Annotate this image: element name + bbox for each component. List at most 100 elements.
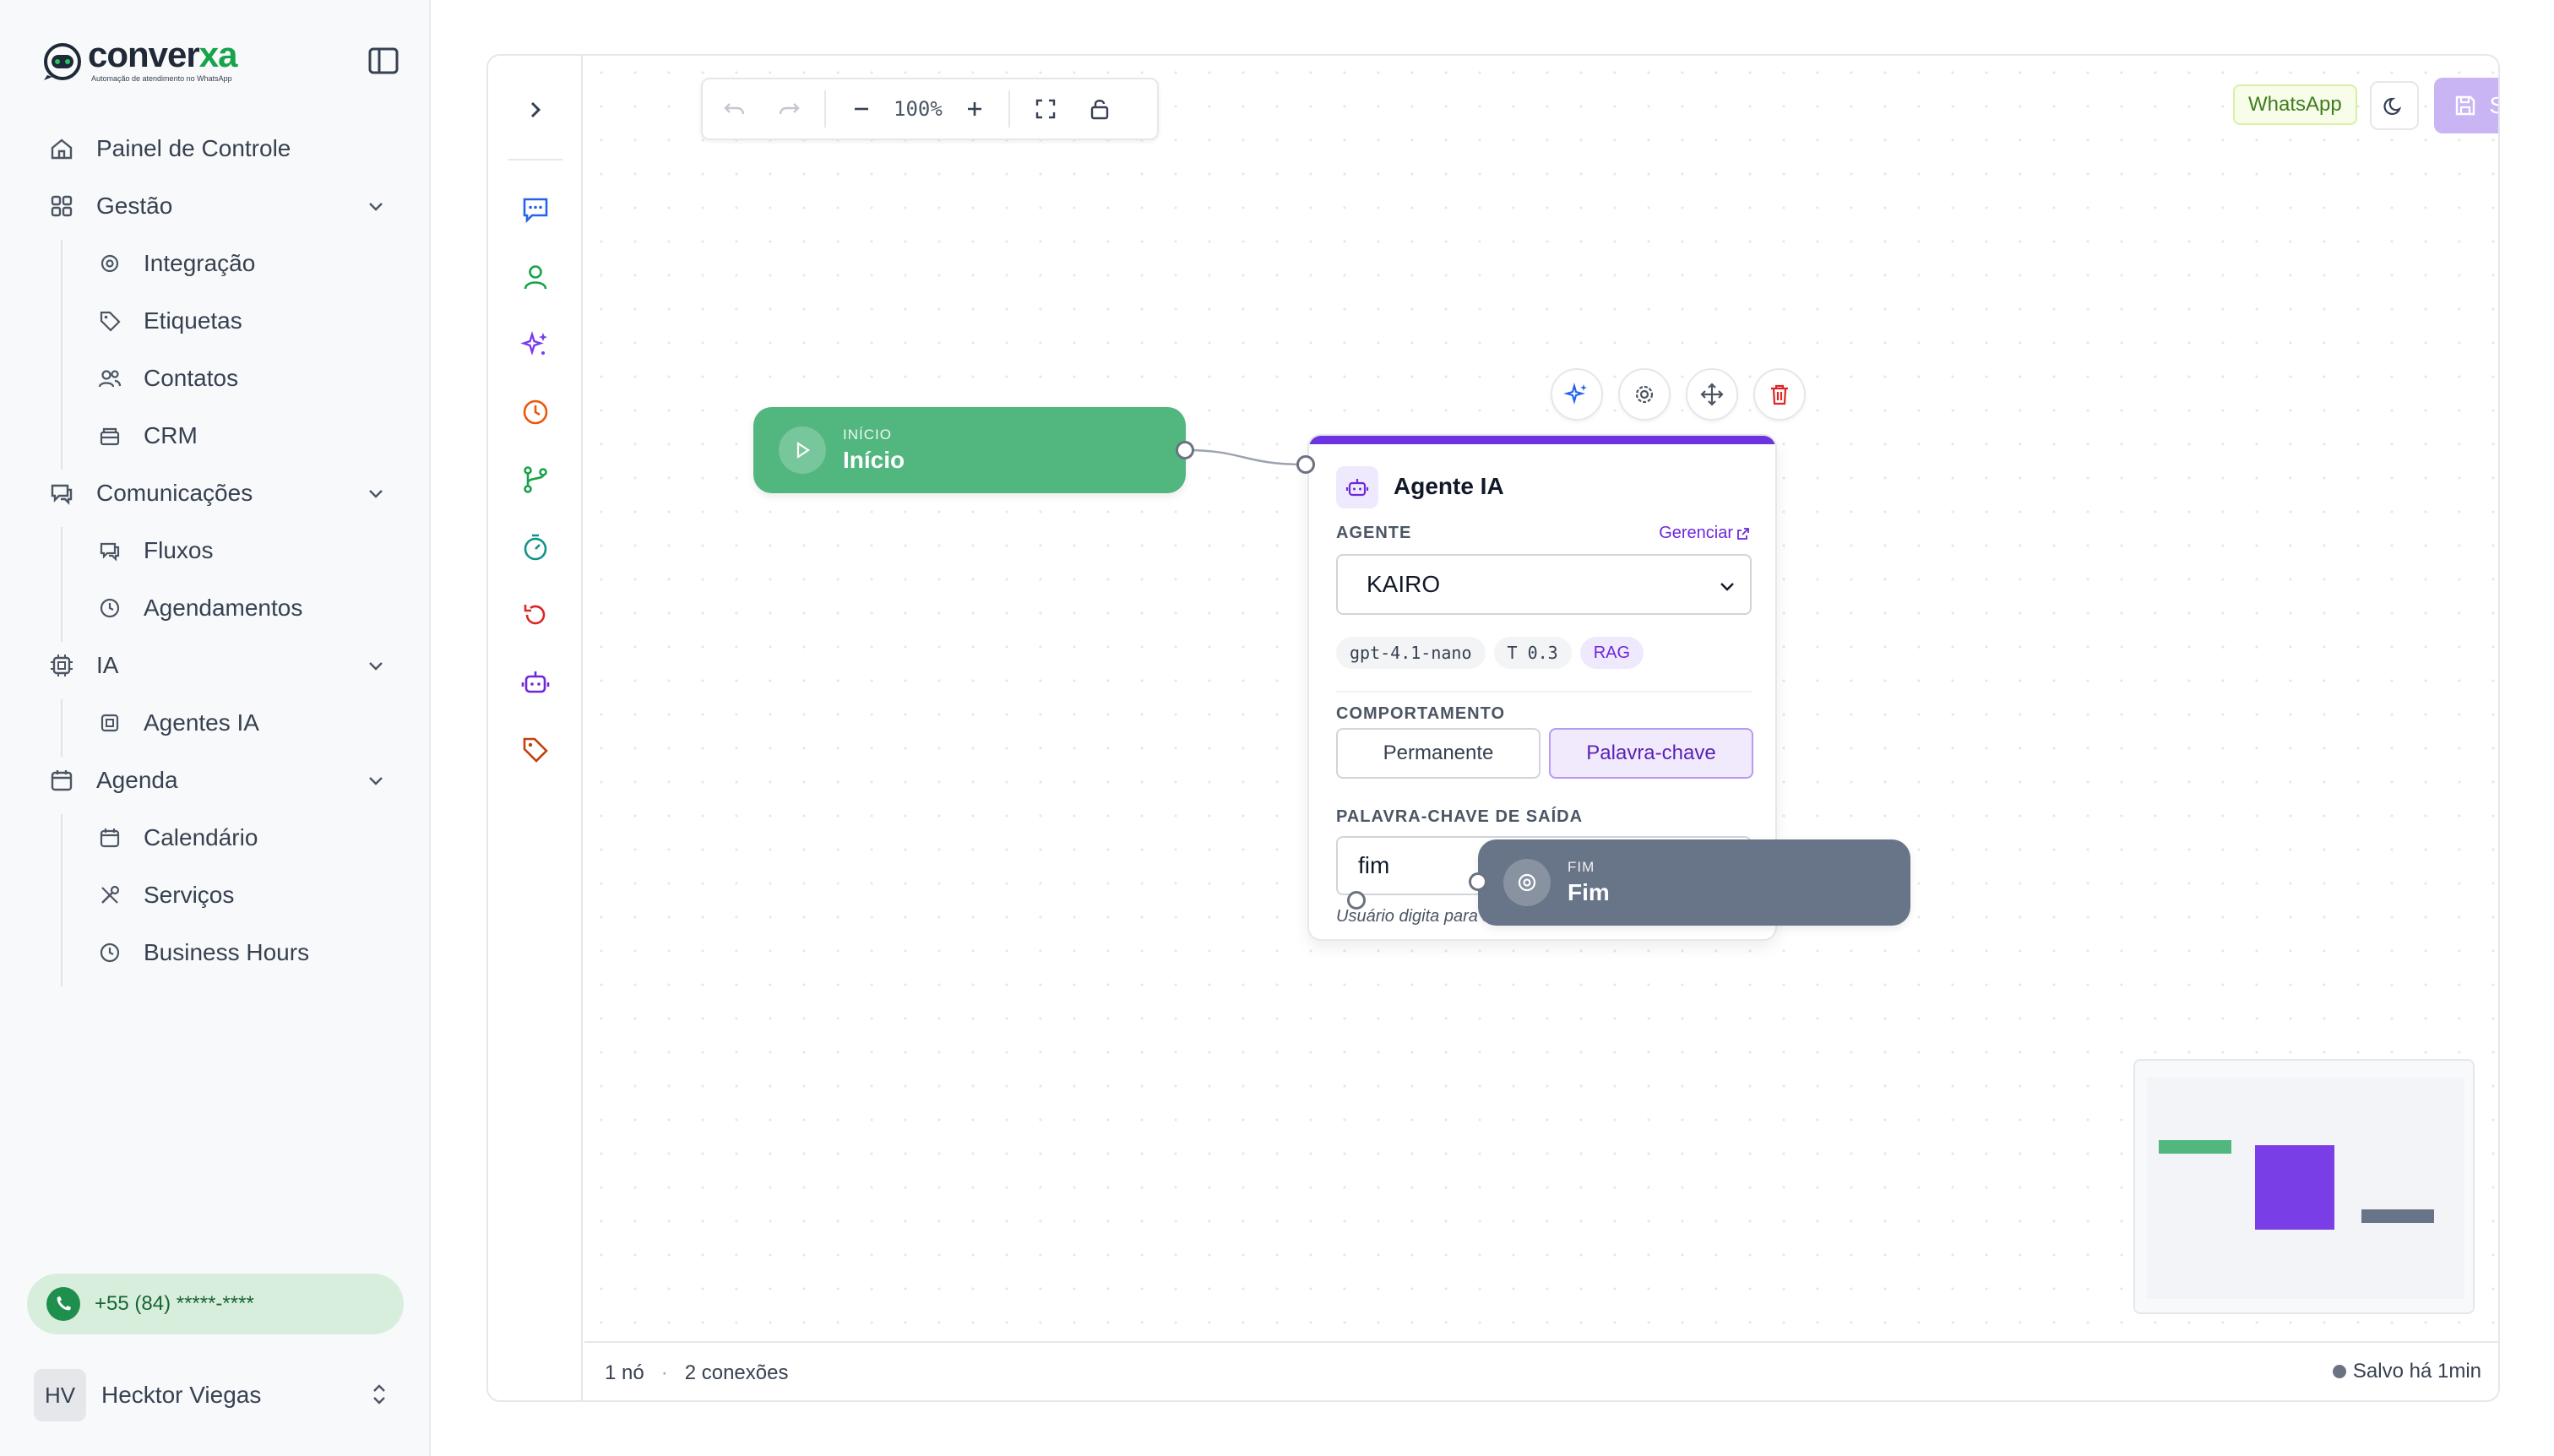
- gear-icon: [1635, 385, 1654, 404]
- node-kicker: INÍCIO: [843, 426, 892, 443]
- chip-icon: [101, 714, 119, 732]
- message-node-icon[interactable]: [520, 194, 551, 225]
- agent-select[interactable]: KAIRO: [1336, 554, 1752, 615]
- play-icon: [779, 426, 826, 474]
- chevron-down-icon: [369, 203, 383, 211]
- sidebar-item-calendario[interactable]: Calendário: [88, 814, 392, 861]
- manage-agents-link[interactable]: Gerenciar: [1659, 524, 1750, 543]
- status-dot: [2332, 1365, 2346, 1378]
- sidebar-group-gestao[interactable]: Gestão: [41, 182, 395, 230]
- minimap-end-node: [2361, 1209, 2434, 1223]
- brand-name: converxa: [88, 35, 237, 74]
- external-link-icon: [1737, 527, 1749, 540]
- robot-logo-icon: [44, 43, 81, 80]
- start-node[interactable]: INÍCIO Início: [753, 407, 1186, 493]
- sidebar-toggle-icon[interactable]: [367, 46, 400, 76]
- brand-logo[interactable]: converxa Automação de atendimento no Wha…: [41, 35, 237, 83]
- sidebar-item-business-hours[interactable]: Business Hours: [88, 929, 392, 976]
- home-icon: [51, 139, 73, 160]
- tree-line: [61, 240, 62, 470]
- exit-keyword-label: PALAVRA-CHAVE DE SAÍDA: [1336, 807, 1584, 826]
- ai-sparkle-icon[interactable]: [520, 329, 551, 360]
- sidebar-group-agenda[interactable]: Agenda: [41, 757, 395, 804]
- sidebar: converxa Automação de atendimento no Wha…: [0, 0, 431, 1456]
- end-input-handle[interactable]: [1469, 872, 1487, 891]
- sidebar-item-servicos[interactable]: Serviços: [88, 872, 392, 919]
- user-menu[interactable]: HV Hecktor Viegas: [34, 1368, 397, 1422]
- chevron-down-icon: [1720, 583, 1734, 591]
- timer-node-icon[interactable]: [520, 532, 551, 562]
- brand-tagline: Automação de atendimento no WhatsApp: [91, 74, 232, 83]
- chevron-down-icon: [369, 490, 383, 498]
- agent-node-title: Agente IA: [1394, 473, 1504, 499]
- node-title: Início: [843, 447, 905, 473]
- grid-icon: [51, 195, 73, 217]
- sidebar-item-crm[interactable]: CRM: [88, 412, 392, 459]
- sidebar-item-agendamentos[interactable]: Agendamentos: [88, 584, 392, 632]
- minimap-agent-node: [2255, 1145, 2334, 1230]
- flow-editor: 100% WhatsApp Salvar INÍCIO: [486, 54, 2500, 1402]
- branch-node-icon[interactable]: [520, 465, 551, 495]
- sidebar-item-fluxos[interactable]: Fluxos: [88, 527, 392, 574]
- rag-chip: RAG: [1579, 637, 1644, 669]
- node-title: Fim: [1568, 879, 1610, 905]
- behavior-keyword-button[interactable]: Palavra-chave: [1549, 728, 1753, 779]
- save-status: Salvo há 1min: [2332, 1360, 2481, 1383]
- agent-output-handle[interactable]: [1347, 891, 1366, 910]
- minimap-start-node: [2159, 1140, 2231, 1154]
- behavior-permanent-button[interactable]: Permanente: [1336, 728, 1541, 779]
- chevron-right-icon[interactable]: [519, 93, 552, 127]
- node-accent-bar: [1309, 436, 1775, 444]
- avatar: HV: [34, 1369, 86, 1421]
- model-chip: gpt-4.1-nano: [1336, 637, 1486, 669]
- separator-dot: ·: [660, 1361, 668, 1384]
- calendar-icon: [51, 770, 73, 791]
- tag-icon: [100, 311, 121, 332]
- loop-node-icon[interactable]: [520, 600, 551, 630]
- sidebar-group-ia[interactable]: IA: [41, 642, 395, 689]
- tag-node-icon[interactable]: [520, 735, 551, 765]
- whatsapp-icon: [46, 1287, 80, 1321]
- chat-icon: [100, 542, 120, 562]
- chip-icon: [51, 655, 73, 676]
- sidebar-item-contatos[interactable]: Contatos: [88, 355, 392, 402]
- tools-icon: [101, 885, 120, 904]
- tree-line: [61, 527, 62, 642]
- clock-node-icon[interactable]: [520, 397, 551, 427]
- status-bar: 1 nó · 2 conexões Salvo há 1min: [584, 1341, 2498, 1400]
- ai-assist-button[interactable]: [1551, 368, 1603, 421]
- bot-node-icon[interactable]: [520, 667, 551, 698]
- end-node[interactable]: FIM Fim: [1478, 839, 1910, 926]
- chat-icon: [51, 484, 73, 505]
- clock-icon: [100, 598, 120, 618]
- sidebar-item-painel[interactable]: Painel de Controle: [41, 125, 395, 172]
- sidebar-item-integracao[interactable]: Integração: [88, 240, 392, 287]
- agent-label: AGENTE: [1336, 524, 1412, 542]
- sidebar-item-etiquetas[interactable]: Etiquetas: [88, 297, 392, 345]
- divider: [508, 159, 562, 160]
- clock-icon: [100, 943, 120, 963]
- whatsapp-connection[interactable]: +55 (84) *****-****: [27, 1274, 404, 1334]
- node-move-button[interactable]: [1686, 368, 1738, 421]
- chevron-down-icon: [369, 662, 383, 671]
- node-actions: [1551, 368, 1821, 421]
- flow-canvas[interactable]: 100% WhatsApp Salvar INÍCIO: [584, 56, 2498, 1341]
- gear-icon: [101, 254, 119, 273]
- sidebar-group-comunicacoes[interactable]: Comunicações: [41, 470, 395, 517]
- sparkle-icon: [1564, 382, 1587, 405]
- user-node-icon[interactable]: [520, 262, 551, 292]
- minimap[interactable]: [2133, 1059, 2475, 1314]
- start-output-handle[interactable]: [1176, 441, 1194, 459]
- sidebar-item-agentes-ia[interactable]: Agentes IA: [88, 699, 392, 747]
- agent-input-handle[interactable]: [1296, 455, 1315, 474]
- chevron-down-icon: [369, 777, 383, 785]
- node-delete-button[interactable]: [1753, 368, 1806, 421]
- divider: [1336, 691, 1752, 693]
- target-icon: [1503, 859, 1551, 906]
- tree-line: [61, 814, 62, 986]
- node-settings-button[interactable]: [1618, 368, 1671, 421]
- connection-count: 2 conexões: [684, 1361, 789, 1384]
- temperature-chip: T 0.3: [1493, 637, 1572, 669]
- node-kicker: FIM: [1568, 859, 1595, 875]
- edge-start-agent: [1185, 448, 1307, 466]
